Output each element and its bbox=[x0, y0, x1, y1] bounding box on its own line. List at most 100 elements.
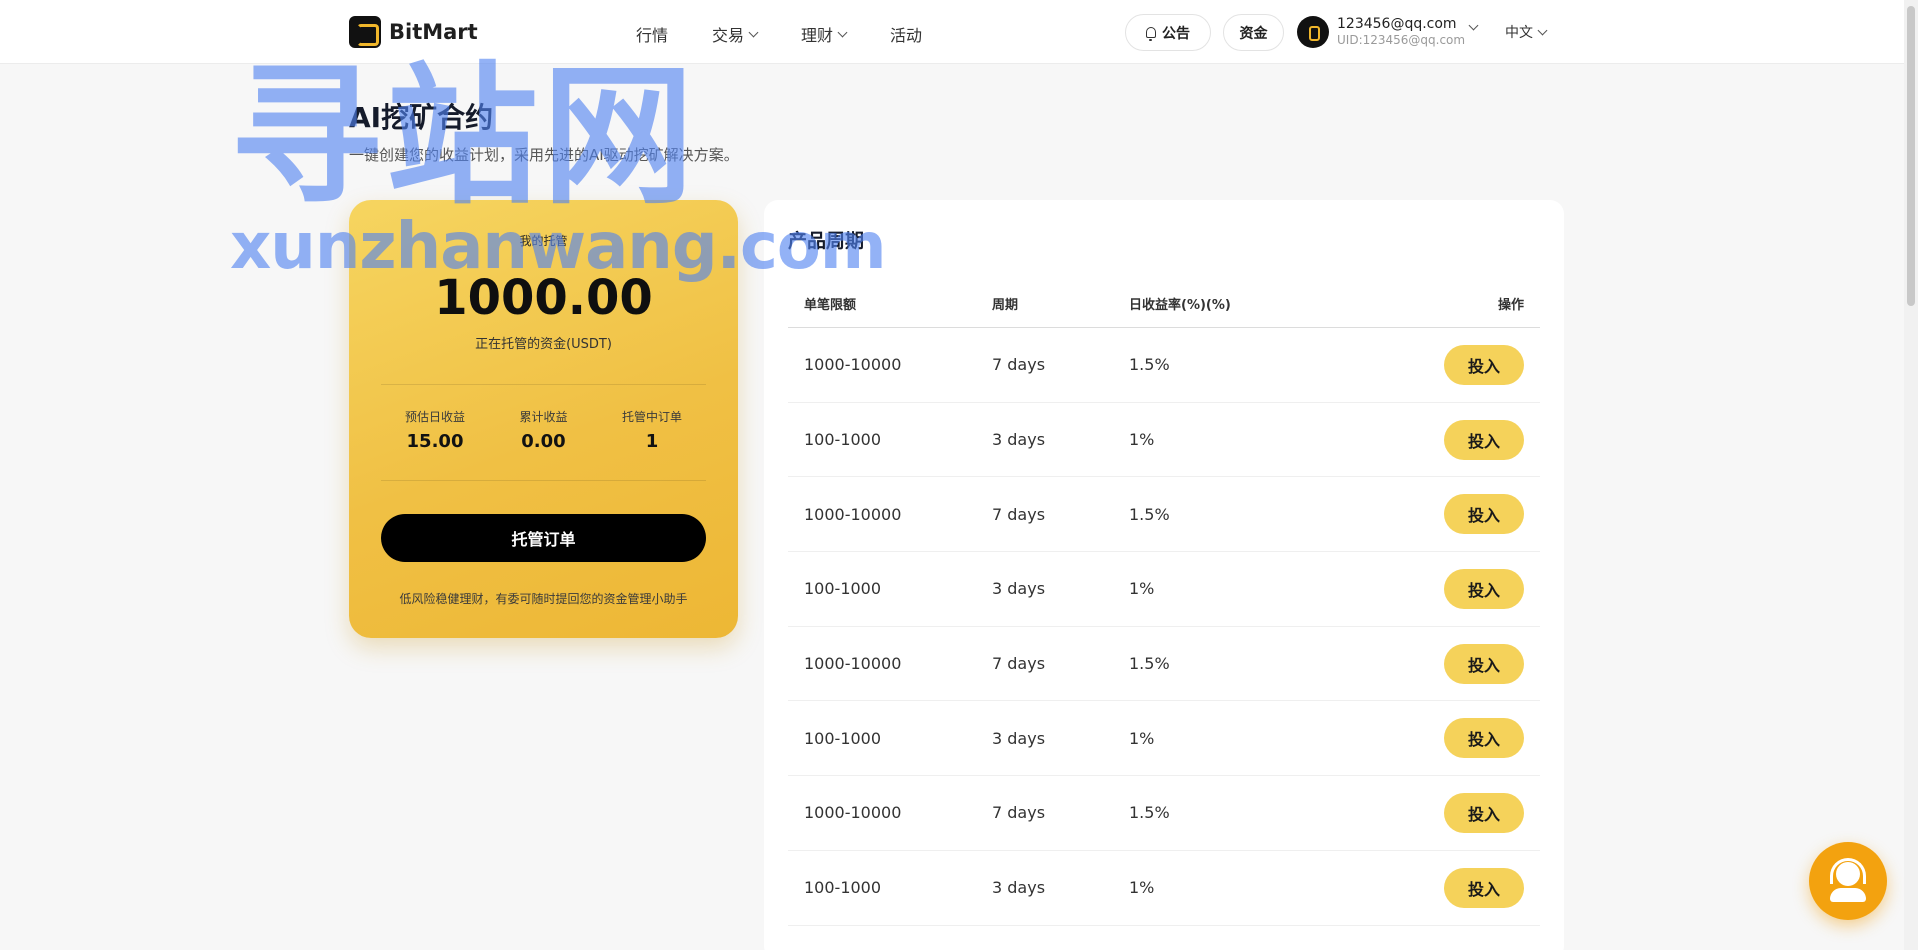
user-info: 123456@qq.com UID:123456@qq.com bbox=[1337, 16, 1465, 48]
divider bbox=[381, 480, 706, 481]
table-row: 1000-10000 7 days 1.5% 投入 bbox=[788, 477, 1540, 553]
cell-rate: 1% bbox=[1129, 728, 1155, 748]
cell-rate: 1.5% bbox=[1129, 355, 1170, 375]
nav-item-market[interactable]: 行情 bbox=[636, 22, 668, 46]
cell-limit: 1000-10000 bbox=[804, 803, 902, 823]
column-header: 单笔限额 bbox=[804, 298, 857, 313]
table-row: 1000-10000 7 days 1.5% 投入 bbox=[788, 328, 1540, 403]
stat-label: 托管中订单 bbox=[621, 410, 682, 424]
table-row: 100-1000 3 days 1% 投入 bbox=[788, 403, 1540, 478]
product-panel: 产品周期 单笔限额 周期 日收益率(%)(%) 操作 1000-10000 7 d… bbox=[764, 200, 1564, 950]
table-header: 单笔限额 周期 日收益率(%)(%) 操作 bbox=[788, 280, 1540, 328]
cell-rate: 1.5% bbox=[1129, 654, 1170, 674]
nav-item-finance[interactable]: 理财 bbox=[801, 22, 848, 46]
cell-action: 投入 bbox=[1409, 494, 1540, 535]
cell-action: 投入 bbox=[1409, 419, 1540, 460]
stat-label: 预估日收益 bbox=[404, 410, 465, 424]
cell-limit: 100-1000 bbox=[804, 728, 882, 748]
watermark-text: 寻站网 bbox=[230, 48, 698, 225]
custody-label: 我的托管 bbox=[519, 234, 568, 248]
logo[interactable]: BitMart bbox=[349, 16, 478, 48]
cell-limit: 1000-10000 bbox=[804, 355, 902, 375]
nav-item-label: 理财 bbox=[801, 26, 834, 45]
logo-text: BitMart bbox=[389, 20, 478, 44]
custody-footer: 低风险稳健理财，有委可随时提回您的资金管理小助手 bbox=[399, 592, 688, 606]
nav-item-trade[interactable]: 交易 bbox=[712, 22, 759, 46]
cell-period: 7 days bbox=[992, 654, 1046, 674]
product-table: 单笔限额 周期 日收益率(%)(%) 操作 1000-10000 7 days 1.… bbox=[788, 280, 1540, 926]
cell-limit: 100-1000 bbox=[804, 579, 882, 599]
cell-action: 投入 bbox=[1409, 867, 1540, 908]
page-scrollbar[interactable] bbox=[1904, 0, 1918, 950]
scrollbar-thumb[interactable] bbox=[1907, 6, 1915, 306]
custody-stats: 预估日收益 15.00 累计收益 0.00 托管中订单 1 bbox=[381, 408, 706, 452]
column-header: 日收益率(%)(%) bbox=[1129, 298, 1231, 313]
cell-rate: 1.5% bbox=[1129, 504, 1170, 524]
custody-orders-button[interactable]: 托管订单 bbox=[381, 514, 706, 562]
invest-button[interactable]: 投入 bbox=[1444, 792, 1524, 833]
cell-limit: 1000-10000 bbox=[804, 654, 902, 674]
language-label: 中文 bbox=[1505, 25, 1533, 41]
stat-active-orders: 托管中订单 1 bbox=[598, 408, 706, 452]
user-menu[interactable]: 123456@qq.com UID:123456@qq.com bbox=[1297, 16, 1465, 48]
divider bbox=[381, 384, 706, 385]
invest-button[interactable]: 投入 bbox=[1444, 643, 1524, 684]
cell-period: 3 days bbox=[992, 579, 1046, 599]
table-row: 100-1000 3 days 1% 投入 bbox=[788, 701, 1540, 777]
bitmart-logo-icon bbox=[349, 16, 381, 48]
nav-item-label: 活动 bbox=[890, 26, 923, 45]
nav-item-label: 行情 bbox=[636, 26, 669, 45]
stat-total-earnings: 累计收益 0.00 bbox=[490, 408, 598, 452]
column-header: 操作 bbox=[1497, 298, 1524, 313]
cell-limit: 1000-10000 bbox=[804, 504, 902, 524]
language-selector[interactable]: 中文 bbox=[1505, 22, 1548, 42]
page-subtitle: 一键创建您的收益计划，采用先进的AI驱动挖矿解决方案。 bbox=[349, 146, 739, 164]
cell-action: 投入 bbox=[1409, 643, 1540, 684]
notice-button[interactable]: 公告 bbox=[1125, 14, 1211, 51]
invest-button[interactable]: 投入 bbox=[1444, 344, 1524, 385]
user-uid: UID:123456@qq.com bbox=[1337, 33, 1466, 47]
custody-amount: 1000.00 bbox=[434, 270, 653, 326]
custody-amount-desc: 正在托管的资金(USDT) bbox=[475, 337, 612, 352]
invest-button[interactable]: 投入 bbox=[1444, 867, 1524, 908]
chevron-down-icon bbox=[837, 27, 848, 37]
invest-button[interactable]: 投入 bbox=[1444, 419, 1524, 460]
chevron-down-icon bbox=[748, 27, 759, 37]
stat-value: 15.00 bbox=[406, 431, 464, 452]
cell-limit: 100-1000 bbox=[804, 430, 882, 450]
invest-button[interactable]: 投入 bbox=[1444, 494, 1524, 535]
assets-button[interactable]: 资金 bbox=[1223, 14, 1284, 51]
cell-period: 7 days bbox=[992, 803, 1046, 823]
stat-daily-earnings: 预估日收益 15.00 bbox=[381, 408, 489, 452]
cell-action: 投入 bbox=[1409, 568, 1540, 609]
cell-rate: 1% bbox=[1129, 579, 1155, 599]
chevron-down-icon[interactable] bbox=[1468, 20, 1479, 31]
chevron-down-icon bbox=[1537, 25, 1548, 35]
cell-period: 3 days bbox=[992, 430, 1046, 450]
main-nav: 行情 交易 理财 活动 bbox=[636, 22, 922, 46]
notice-label: 公告 bbox=[1162, 25, 1190, 42]
cell-period: 3 days bbox=[992, 878, 1046, 898]
cell-period: 7 days bbox=[992, 355, 1046, 375]
custody-card: 我的托管 1000.00 正在托管的资金(USDT) 预估日收益 15.00 累… bbox=[349, 200, 738, 638]
table-row: 1000-10000 7 days 1.5% 投入 bbox=[788, 776, 1540, 851]
assets-label: 资金 bbox=[1239, 25, 1268, 42]
table-body: 1000-10000 7 days 1.5% 投入 100-1000 3 days 1% 投入… bbox=[788, 328, 1540, 926]
top-header: BitMart 行情 交易 理财 活动 公告 资金 123456@qq.com … bbox=[0, 0, 1918, 64]
nav-item-label: 交易 bbox=[712, 26, 745, 45]
panel-title: 产品周期 bbox=[788, 230, 865, 252]
table-row: 1000-10000 7 days 1.5% 投入 bbox=[788, 627, 1540, 702]
cell-action: 投入 bbox=[1409, 344, 1540, 385]
support-agent-icon bbox=[1836, 862, 1860, 886]
table-row: 100-1000 3 days 1% 投入 bbox=[788, 851, 1540, 926]
cell-period: 3 days bbox=[992, 728, 1046, 748]
invest-button[interactable]: 投入 bbox=[1444, 718, 1524, 759]
cell-limit: 100-1000 bbox=[804, 878, 882, 898]
stat-value: 1 bbox=[645, 431, 659, 452]
customer-support-button[interactable] bbox=[1809, 842, 1887, 920]
nav-item-activity[interactable]: 活动 bbox=[890, 22, 922, 46]
cell-period: 7 days bbox=[992, 504, 1046, 524]
invest-button[interactable]: 投入 bbox=[1444, 568, 1524, 609]
column-header: 周期 bbox=[992, 298, 1019, 313]
table-row: 100-1000 3 days 1% 投入 bbox=[788, 552, 1540, 627]
